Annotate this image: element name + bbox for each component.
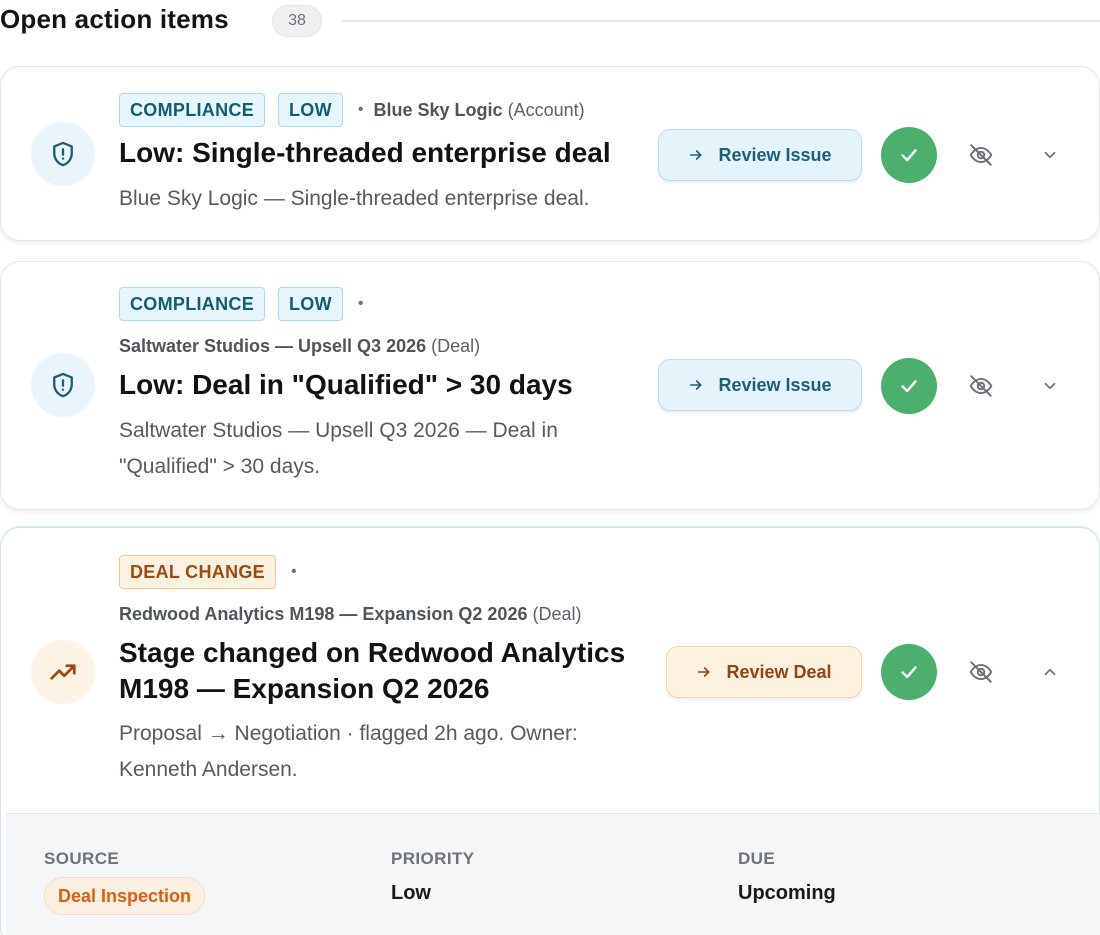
item-description-line2: Kenneth Andersen. bbox=[119, 758, 298, 781]
arrow-right-icon bbox=[688, 147, 704, 163]
entity-type: (Account) bbox=[507, 99, 585, 120]
review-issue-button[interactable]: Review Issue bbox=[658, 359, 862, 411]
expand-toggle[interactable] bbox=[1035, 140, 1065, 170]
chevron-down-icon bbox=[1044, 151, 1056, 159]
priority-tag: LOW bbox=[278, 287, 343, 321]
due-value: Upcoming bbox=[738, 882, 836, 904]
source-badge[interactable]: Deal Inspection bbox=[44, 877, 206, 915]
shield-alert-icon bbox=[31, 353, 95, 417]
chevron-up-icon bbox=[1044, 668, 1056, 676]
mark-done-button[interactable] bbox=[881, 644, 937, 700]
dismiss-button[interactable] bbox=[964, 655, 998, 689]
mark-done-button[interactable] bbox=[881, 127, 937, 183]
entity-reference[interactable]: Saltwater Studios — Upsell Q3 2026 (Deal… bbox=[119, 336, 480, 357]
eye-off-icon bbox=[969, 144, 993, 166]
section-header: Open action items 38 bbox=[0, 0, 1100, 44]
item-title: Low: Single-threaded enterprise deal bbox=[119, 137, 611, 168]
meta-separator: • bbox=[357, 295, 364, 312]
category-tag: DEAL CHANGE bbox=[119, 555, 276, 589]
eye-off-icon bbox=[969, 661, 993, 683]
item-count-badge: 38 bbox=[272, 5, 322, 37]
item-meta-row: COMPLIANCE LOW • bbox=[119, 287, 374, 321]
priority-tag: LOW bbox=[278, 93, 343, 127]
arrow-right-icon bbox=[688, 377, 704, 393]
item-title: Low: Deal in "Qualified" > 30 days bbox=[119, 369, 573, 400]
entity-type: (Deal) bbox=[431, 336, 481, 356]
chevron-down-icon bbox=[1044, 382, 1056, 390]
category-tag: COMPLIANCE bbox=[119, 93, 265, 127]
header-divider bbox=[342, 20, 1100, 22]
check-icon bbox=[901, 666, 917, 679]
review-button-label: Review Deal bbox=[726, 661, 832, 682]
meta-separator: • bbox=[290, 563, 297, 580]
expand-toggle[interactable] bbox=[1035, 371, 1065, 401]
item-meta-row: DEAL CHANGE • bbox=[119, 555, 307, 589]
check-icon bbox=[901, 149, 917, 162]
dismiss-button[interactable] bbox=[964, 369, 998, 403]
item-details-panel: SOURCE Deal Inspection PRIORITY Low DUE … bbox=[6, 813, 1100, 935]
entity-name: Redwood Analytics M198 — Expansion Q2 20… bbox=[119, 604, 528, 624]
source-label: SOURCE bbox=[44, 849, 120, 868]
collapse-toggle[interactable] bbox=[1035, 657, 1065, 687]
item-title-line1: Stage changed on Redwood Analytics bbox=[119, 637, 626, 668]
item-description-line1: Saltwater Studios — Upsell Q3 2026 — Dea… bbox=[119, 419, 558, 442]
item-description-line1: Proposal → Negotiation · flagged 2h ago.… bbox=[119, 722, 578, 745]
entity-reference[interactable]: Blue Sky Logic (Account) bbox=[374, 100, 585, 121]
action-item-card: COMPLIANCE LOW • Saltwater Studios — Ups… bbox=[0, 261, 1100, 510]
entity-name: Blue Sky Logic bbox=[373, 99, 503, 120]
review-deal-button[interactable]: Review Deal bbox=[666, 646, 862, 698]
entity-reference[interactable]: Redwood Analytics M198 — Expansion Q2 20… bbox=[119, 604, 582, 625]
entity-name: Saltwater Studios — Upsell Q3 2026 bbox=[119, 336, 427, 356]
priority-label: PRIORITY bbox=[391, 849, 475, 868]
dismiss-button[interactable] bbox=[964, 138, 998, 172]
review-button-label: Review Issue bbox=[718, 374, 832, 395]
meta-separator: • bbox=[357, 101, 364, 118]
section-title: Open action items bbox=[0, 4, 229, 34]
priority-value: Low bbox=[391, 882, 431, 904]
eye-off-icon bbox=[969, 375, 993, 397]
mark-done-button[interactable] bbox=[881, 358, 937, 414]
arrow-right-icon bbox=[696, 664, 712, 680]
check-icon bbox=[901, 380, 917, 393]
review-button-label: Review Issue bbox=[718, 144, 832, 165]
item-title-line2: M198 — Expansion Q2 2026 bbox=[119, 673, 490, 704]
item-description: Blue Sky Logic — Single-threaded enterpr… bbox=[119, 187, 590, 210]
item-description-line2: "Qualified" > 30 days. bbox=[119, 455, 321, 478]
item-meta-row: COMPLIANCE LOW • Blue Sky Logic (Account… bbox=[119, 93, 585, 127]
review-issue-button[interactable]: Review Issue bbox=[658, 129, 862, 181]
action-item-card: COMPLIANCE LOW • Blue Sky Logic (Account… bbox=[0, 66, 1100, 241]
trending-up-icon bbox=[31, 640, 95, 704]
category-tag: COMPLIANCE bbox=[119, 287, 265, 321]
due-label: DUE bbox=[738, 849, 776, 868]
entity-type: (Deal) bbox=[532, 604, 582, 624]
shield-alert-icon bbox=[31, 122, 95, 186]
